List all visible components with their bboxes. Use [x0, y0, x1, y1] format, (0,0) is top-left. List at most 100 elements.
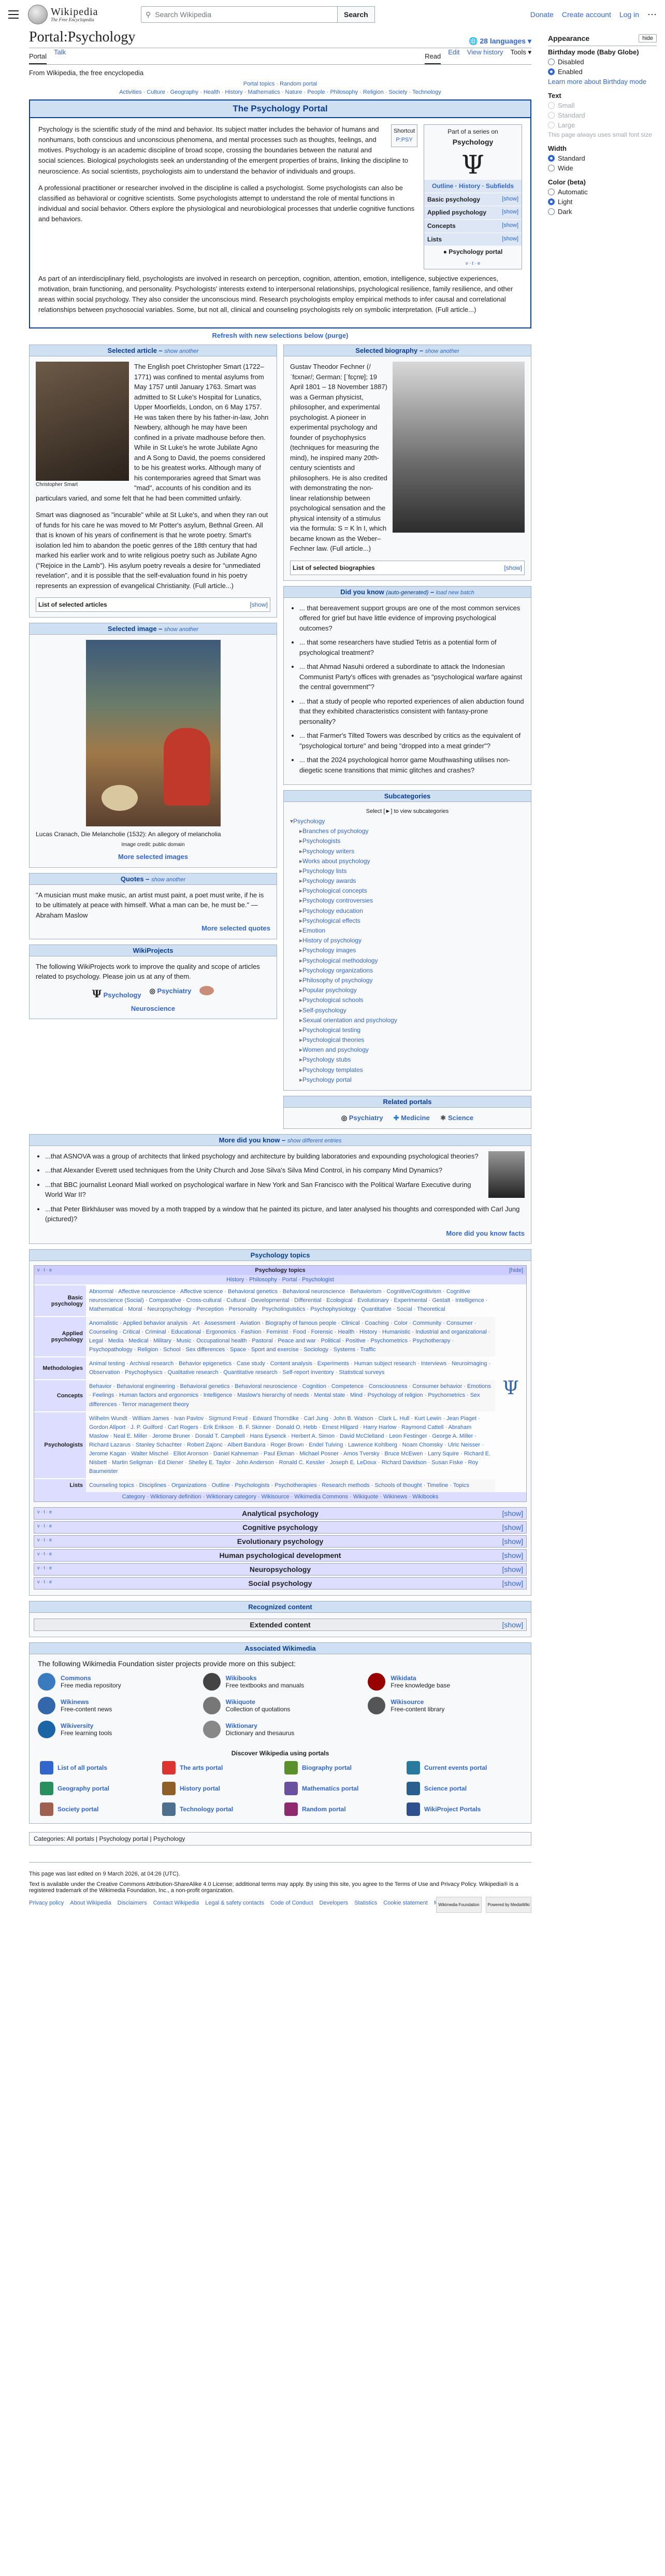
subcat-item[interactable]: Psychology images [290, 946, 525, 955]
navbox-hide-toggle[interactable]: [hide] [509, 1267, 523, 1273]
more-dyk-link[interactable]: More did you know facts [36, 1228, 525, 1239]
subcat-root[interactable]: Psychology [290, 817, 525, 826]
portal-link[interactable]: Society portal [40, 1802, 154, 1816]
subcat-item[interactable]: Psychology education [290, 906, 525, 916]
list-toggle[interactable]: [show] [504, 563, 522, 573]
tab-talk[interactable]: Talk [54, 48, 66, 64]
footer-link[interactable]: Statistics [354, 1900, 377, 1906]
create-account-link[interactable]: Create account [562, 10, 611, 19]
series-portal-link[interactable]: ● Psychology portal [424, 246, 522, 259]
subcat-item[interactable]: Psychological schools [290, 995, 525, 1005]
navbox-sub-toggle[interactable]: [show] [502, 1509, 523, 1518]
subcat-item[interactable]: Works about psychology [290, 856, 525, 866]
portal-link[interactable]: History portal [162, 1781, 276, 1795]
series-title[interactable]: Psychology [453, 138, 494, 146]
subcat-item[interactable]: Psychological effects [290, 916, 525, 926]
subcat-item[interactable]: Psychologists [290, 836, 525, 846]
show-another-link[interactable]: show another [164, 626, 198, 633]
subcat-item[interactable]: Psychology awards [290, 876, 525, 886]
sister-project[interactable]: Commons Free media repository [38, 1672, 193, 1691]
wikiproject-psychiatry[interactable]: ◎ Psychiatry [150, 986, 192, 1001]
subcat-item[interactable]: Branches of psychology [290, 826, 525, 836]
subcat-item[interactable]: Psychology templates [290, 1065, 525, 1075]
category-links[interactable]: Categories: All portals | Psychology por… [29, 1831, 531, 1845]
list-toggle[interactable]: [show] [250, 600, 268, 609]
series-row-concepts[interactable]: Concepts [show] [424, 219, 522, 233]
languages-button[interactable]: 🌐 28 languages ▾ [469, 37, 531, 46]
portal-topics-links[interactable]: Portal topics · Random portal [29, 81, 531, 87]
load-new-batch-link[interactable]: load new batch [436, 590, 474, 596]
navbox-list[interactable]: Counseling topics · Disciplines · Organi… [86, 1479, 495, 1492]
navbox-collapsed-social[interactable]: v · t · e Social psychology [show] [34, 1577, 527, 1590]
sister-project-name[interactable]: Wikidata [391, 1675, 450, 1682]
navbox-sub-toggle[interactable]: [show] [502, 1551, 523, 1559]
sister-project-name[interactable]: Wikinews [61, 1698, 112, 1706]
more-images-link[interactable]: More selected images [36, 852, 270, 862]
subcat-item[interactable]: Psychology lists [290, 866, 525, 876]
birthday-enabled-radio[interactable]: Enabled [548, 68, 657, 76]
sister-project-name[interactable]: Wikisource [391, 1698, 444, 1706]
subcat-item[interactable]: Psychology controversies [290, 896, 525, 906]
navbox-list[interactable]: Abnormal · Affective neuroscience · Affe… [86, 1285, 495, 1316]
subcat-item[interactable]: Psychology portal [290, 1075, 525, 1085]
search-input[interactable]: ⚲ Search Wikipedia [141, 6, 338, 23]
show-different-link[interactable]: show different entries [287, 1138, 342, 1144]
subcat-item[interactable]: Women and psychology [290, 1045, 525, 1055]
navbox-sub-toggle[interactable]: [show] [502, 1537, 523, 1545]
birthday-disabled-radio[interactable]: Disabled [548, 58, 657, 66]
show-another-link[interactable]: show another [151, 877, 185, 883]
portal-nav-links[interactable]: Activities · Culture · Geography · Healt… [29, 89, 531, 95]
sister-project[interactable]: Wikisource Free-content library [368, 1696, 523, 1714]
main-menu-icon[interactable] [8, 10, 19, 19]
portal-link[interactable]: The arts portal [162, 1761, 276, 1774]
refresh-link[interactable]: Refresh with new selections below (purge… [29, 332, 531, 339]
navbox-collapsed-cognitive[interactable]: v · t · e Cognitive psychology [show] [34, 1521, 527, 1534]
footer-link[interactable]: Developers [320, 1900, 349, 1906]
appearance-hide-button[interactable]: hide [639, 34, 657, 42]
sister-project[interactable]: Wikibooks Free textbooks and manuals [203, 1672, 358, 1691]
subcat-item[interactable]: Psychology writers [290, 847, 525, 856]
subcat-item[interactable]: Psychology stubs [290, 1055, 525, 1065]
sister-project[interactable]: Wikiquote Collection of quotations [203, 1696, 358, 1714]
related-medicine[interactable]: ✚ Medicine [394, 1113, 430, 1123]
portal-link[interactable]: Science portal [407, 1781, 521, 1795]
navbox-sub-toggle[interactable]: [show] [502, 1523, 523, 1532]
more-quotes-link[interactable]: More selected quotes [36, 923, 270, 934]
sister-project-name[interactable]: Commons [61, 1675, 121, 1682]
subcat-item[interactable]: Popular psychology [290, 985, 525, 995]
color-dark-radio[interactable]: Dark [548, 208, 657, 216]
tab-read[interactable]: Read [425, 52, 441, 64]
shortcut-value[interactable]: P:PSY [394, 136, 415, 145]
show-another-link[interactable]: show another [164, 348, 198, 354]
series-row-toggle[interactable]: [show] [502, 195, 518, 205]
navbox-sub-toggle[interactable]: [show] [502, 1579, 523, 1587]
series-row-toggle[interactable]: [show] [502, 221, 518, 231]
sister-project-name[interactable]: Wikiversity [61, 1722, 112, 1729]
subcat-item[interactable]: History of psychology [290, 936, 525, 946]
series-outline-links[interactable]: Outline · History · Subfields [424, 180, 522, 193]
navbox-collapsed-neuro[interactable]: v · t · e Neuropsychology [show] [34, 1563, 527, 1576]
learn-more-link[interactable]: Learn more about Birthday mode [548, 78, 646, 85]
navbox-collapsed-analytical[interactable]: v · t · e Analytical psychology [show] [34, 1507, 527, 1520]
navbox-collapsed-development[interactable]: v · t · e Human psychological development… [34, 1549, 527, 1562]
subcat-item[interactable]: Self-psychology [290, 1006, 525, 1015]
carl-jung-image[interactable] [488, 1151, 525, 1198]
log-in-link[interactable]: Log in [619, 10, 639, 19]
footer-link[interactable]: Cookie statement [383, 1900, 428, 1906]
sister-project[interactable]: Wiktionary Dictionary and thesaurus [203, 1720, 358, 1738]
subcat-item[interactable]: Emotion [290, 926, 525, 936]
show-another-link[interactable]: show another [425, 348, 459, 354]
portal-link[interactable]: Geography portal [40, 1781, 154, 1795]
subcat-item[interactable]: Psychological theories [290, 1035, 525, 1045]
portal-link[interactable]: Mathematics portal [284, 1781, 398, 1795]
navbox-bottom-links[interactable]: Category · Wiktionary definition · Wikti… [34, 1492, 526, 1501]
footer-link[interactable]: Code of Conduct [270, 1900, 313, 1906]
series-row-applied[interactable]: Applied psychology [show] [424, 206, 522, 220]
series-vte[interactable]: v · t · e [424, 259, 522, 269]
navbox-list[interactable]: Animal testing · Archival research · Beh… [86, 1357, 495, 1379]
series-row-basic[interactable]: Basic psychology [show] [424, 192, 522, 206]
christopher-smart-image[interactable]: Christopher Smart [36, 362, 129, 489]
width-standard-radio[interactable]: Standard [548, 154, 657, 162]
portal-link[interactable]: Biography portal [284, 1761, 398, 1774]
text-small-radio[interactable]: Small [548, 102, 657, 109]
